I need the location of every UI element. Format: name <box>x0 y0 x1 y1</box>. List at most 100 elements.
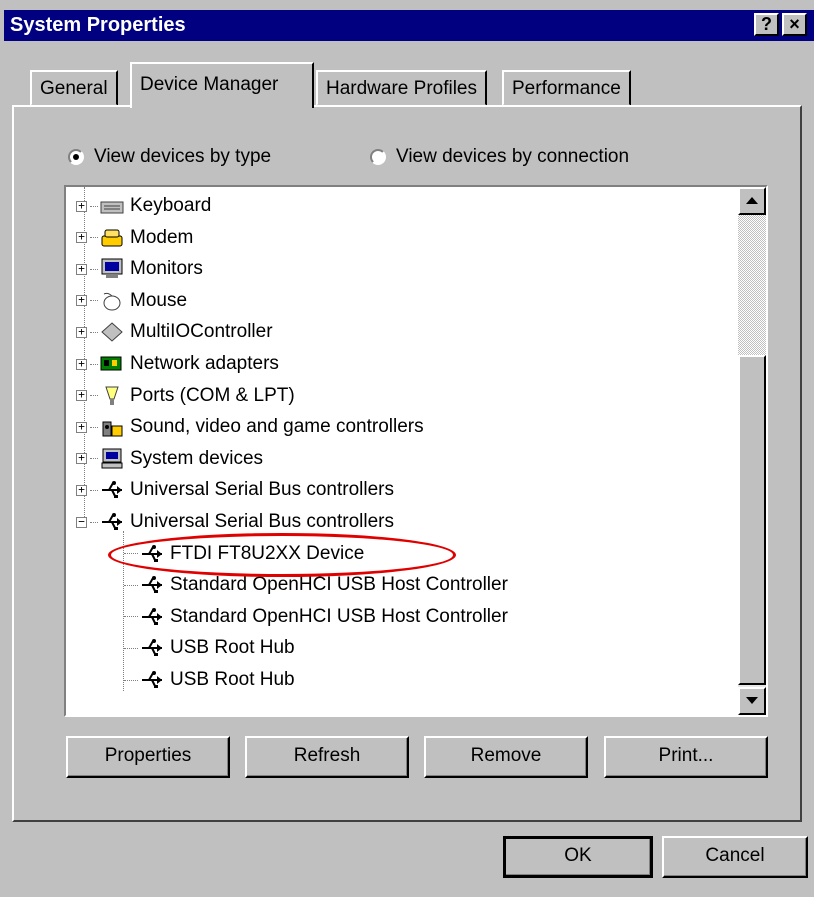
port-icon <box>100 385 124 407</box>
close-button[interactable]: × <box>782 13 807 36</box>
tab-device-manager[interactable]: Device Manager <box>130 62 314 108</box>
expand-toggle-icon[interactable]: + <box>76 389 87 402</box>
device-category-row[interactable]: + Keyboard <box>76 191 211 221</box>
tree-connector <box>124 679 138 681</box>
remove-button[interactable]: Remove <box>424 736 588 778</box>
expand-toggle-icon[interactable]: + <box>76 200 87 212</box>
expand-toggle-icon[interactable]: − <box>76 516 87 528</box>
tab-device-manager-label: Device Manager <box>140 74 279 95</box>
usb-device-row[interactable]: USB Root Hub <box>124 665 295 695</box>
tree-connector <box>124 553 138 555</box>
tree-connector <box>90 521 98 523</box>
tab-hardware-profiles-label: Hardware Profiles <box>326 78 477 99</box>
device-category-row[interactable]: + Universal Serial Bus controllers <box>76 475 394 505</box>
scroll-up-button[interactable] <box>738 187 766 215</box>
monitor-icon <box>100 258 124 280</box>
scroll-thumb[interactable] <box>738 355 766 685</box>
refresh-button[interactable]: Refresh <box>245 736 409 778</box>
tab-performance[interactable]: Performance <box>502 70 631 106</box>
usb-device-row[interactable]: USB Root Hub <box>124 633 295 663</box>
view-by-type-label: View devices by type <box>94 146 272 167</box>
tree-connector <box>124 647 138 649</box>
device-category-label: Ports (COM & LPT) <box>130 384 295 406</box>
modem-icon <box>100 227 124 249</box>
expand-toggle-icon[interactable]: + <box>76 263 87 275</box>
ok-button[interactable]: OK <box>503 836 653 878</box>
usb-icon <box>100 511 124 533</box>
usb-device-label: Standard OpenHCI USB Host Controller <box>170 605 508 627</box>
radio-unselected-indicator <box>370 149 386 165</box>
tree-connector <box>124 616 138 618</box>
usb-icon <box>140 637 164 659</box>
device-category-label: Keyboard <box>130 195 212 216</box>
device-category-row[interactable]: + Ports (COM & LPT) <box>76 381 295 411</box>
device-category-row[interactable]: + Mouse <box>76 286 187 316</box>
expand-toggle-icon[interactable]: + <box>76 484 87 496</box>
view-by-type-radio[interactable]: View devices by type <box>68 146 271 168</box>
usb-device-row[interactable]: FTDI FT8U2XX Device <box>124 539 364 569</box>
vertical-scrollbar[interactable] <box>738 187 766 715</box>
expand-toggle-icon[interactable]: + <box>76 326 87 338</box>
view-by-connection-label: View devices by connection <box>396 146 630 167</box>
device-category-row[interactable]: + Monitors <box>76 254 203 284</box>
help-button[interactable]: ? <box>754 13 779 36</box>
scroll-down-button[interactable] <box>738 687 766 715</box>
device-category-label: Universal Serial Bus controllers <box>130 479 394 501</box>
device-category-row[interactable]: + MultiIOController <box>76 317 273 347</box>
tree-connector <box>90 237 98 239</box>
window-title: System Properties <box>10 14 186 36</box>
device-category-label: System devices <box>130 447 264 469</box>
usb-device-label: USB Root Hub <box>170 669 295 690</box>
expand-toggle-icon[interactable]: + <box>76 231 87 244</box>
tree-connector <box>90 363 98 365</box>
network-card-icon <box>100 353 124 375</box>
usb-device-row[interactable]: Standard OpenHCI USB Host Controller <box>124 602 508 632</box>
device-category-row[interactable]: + Network adapters <box>76 349 279 379</box>
device-tree[interactable]: + Keyboard + Modem + Monitors + Mouse + MultiIOCo… <box>64 185 768 717</box>
tree-connector <box>90 426 98 428</box>
device-category-row[interactable]: − Universal Serial Bus controllers <box>76 507 394 537</box>
title-bar[interactable]: System Properties ? × <box>4 10 814 41</box>
expand-toggle-icon[interactable]: + <box>76 358 87 370</box>
device-category-row[interactable]: + System devices <box>76 444 263 474</box>
tree-connector <box>90 458 98 460</box>
usb-device-label: FTDI FT8U2XX Device <box>170 542 365 564</box>
expand-toggle-icon[interactable]: + <box>76 421 87 433</box>
arrow-up-icon <box>746 197 758 204</box>
usb-icon <box>140 543 164 565</box>
properties-button[interactable]: Properties <box>66 736 230 778</box>
tree-connector <box>90 331 98 333</box>
tab-hardware-profiles[interactable]: Hardware Profiles <box>316 70 487 106</box>
device-category-label: Monitors <box>130 258 203 280</box>
device-category-label: Sound, video and game controllers <box>130 416 424 438</box>
usb-icon <box>140 574 164 596</box>
print-button[interactable]: Print... <box>604 736 768 778</box>
usb-device-label: USB Root Hub <box>170 637 295 659</box>
tree-connector <box>90 268 98 270</box>
expand-toggle-icon[interactable]: + <box>76 452 87 465</box>
device-category-label: Network adapters <box>130 353 279 374</box>
tab-general-label: General <box>40 78 108 99</box>
speaker-icon <box>100 416 124 438</box>
view-by-connection-radio[interactable]: View devices by connection <box>370 146 629 168</box>
tab-performance-label: Performance <box>512 78 621 99</box>
expand-toggle-icon[interactable]: + <box>76 294 87 307</box>
usb-device-label: Standard OpenHCI USB Host Controller <box>170 574 508 596</box>
tab-general[interactable]: General <box>30 70 118 106</box>
arrow-down-icon <box>746 697 758 704</box>
radio-selected-indicator <box>68 149 84 165</box>
device-category-label: MultiIOController <box>130 321 273 343</box>
device-category-row[interactable]: + Sound, video and game controllers <box>76 412 424 442</box>
mouse-icon <box>100 290 124 312</box>
device-category-label: Universal Serial Bus controllers <box>130 511 394 532</box>
cancel-button[interactable]: Cancel <box>662 836 808 878</box>
diamond-icon <box>100 321 124 343</box>
usb-icon <box>100 479 124 501</box>
keyboard-icon <box>100 195 124 217</box>
tree-connector <box>90 489 98 491</box>
tree-connector <box>90 205 98 207</box>
scroll-track[interactable] <box>738 215 766 355</box>
device-category-row[interactable]: + Modem <box>76 223 193 253</box>
usb-device-row[interactable]: Standard OpenHCI USB Host Controller <box>124 570 508 600</box>
computer-icon <box>100 448 124 470</box>
